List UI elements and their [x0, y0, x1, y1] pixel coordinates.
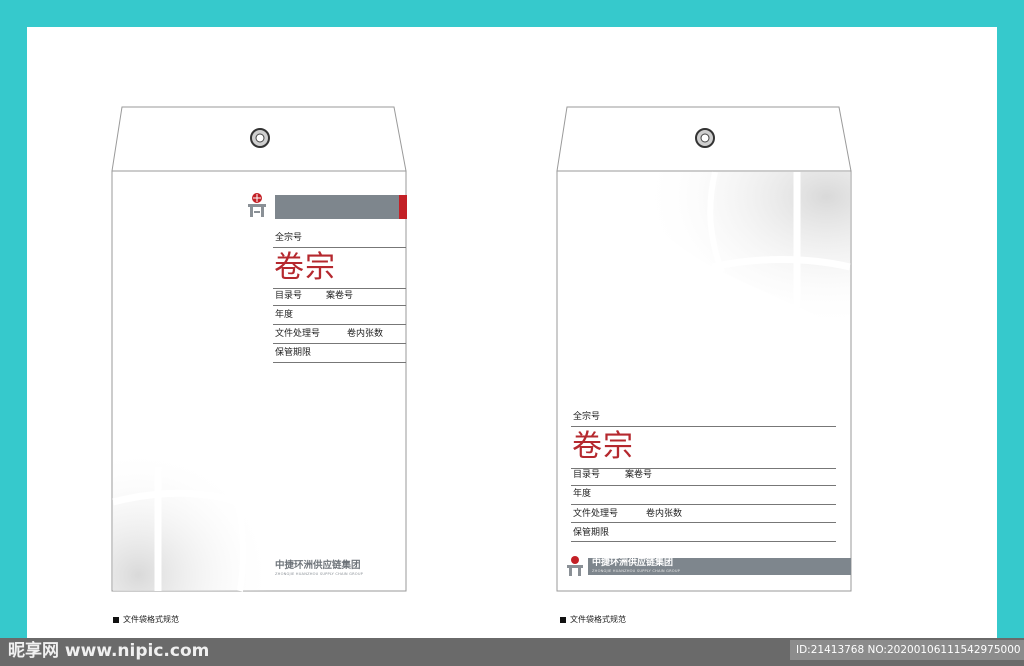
form-line: [571, 468, 836, 469]
form-line: [571, 426, 836, 427]
brand-name-en: ZHONGJIE HUANZHOU SUPPLY CHAIN GROUP: [592, 569, 681, 573]
retention-label: 保管期限: [275, 348, 312, 358]
bullet-square-icon: [113, 616, 119, 623]
catalog-no-label: 目录号: [275, 291, 303, 301]
file-no-label: 案卷号: [326, 291, 354, 301]
brand-name: 中捷环洲供应链集团: [592, 558, 674, 568]
caption-right: 文件袋格式规范: [560, 616, 626, 624]
envelope-right-outline: [556, 106, 852, 592]
form-line: [571, 504, 836, 505]
form-line: [571, 541, 836, 542]
header-red-tab: [399, 195, 407, 219]
caption-left-text: 文件袋格式规范: [123, 615, 179, 624]
retention-label: 保管期限: [573, 528, 610, 538]
year-label: 年度: [275, 310, 294, 320]
file-no-label: 案卷号: [625, 470, 653, 480]
form-line: [273, 324, 406, 325]
brand-name: 中捷环洲供应链集团: [275, 560, 361, 571]
form-line: [273, 247, 406, 248]
fonds-no-label: 全宗号: [573, 412, 601, 422]
dossier-title: 卷宗: [274, 250, 336, 285]
caption-right-text: 文件袋格式规范: [570, 615, 626, 624]
dossier-title: 卷宗: [572, 429, 634, 464]
form-line: [273, 362, 406, 363]
doc-process-no-label: 文件处理号: [573, 509, 619, 519]
form-line: [571, 485, 836, 486]
watermark-bar: 昵享网 www.nipic.com ID:21413768 NO:2020010…: [0, 638, 1024, 666]
envelope-left: 全宗号 卷宗 目录号 案卷号 年度 文件处理号 卷内张数 保管期限 中捷环洲供应…: [111, 106, 408, 593]
grommet-icon: [250, 128, 270, 148]
watermark-id-box: ID:21413768 NO:20200106111542975000: [790, 640, 1024, 660]
watermark-site: 昵享网 www.nipic.com: [8, 641, 210, 661]
fonds-no-label: 全宗号: [275, 233, 303, 243]
doc-process-no-label: 文件处理号: [275, 329, 321, 339]
page-count-label: 卷内张数: [646, 509, 683, 519]
form-line: [571, 522, 836, 523]
company-logo-icon: [567, 556, 583, 576]
grommet-icon: [695, 128, 715, 148]
brand-name-en: ZHONGJIE HUANZHOU SUPPLY CHAIN GROUP: [275, 572, 364, 576]
year-label: 年度: [573, 489, 592, 499]
bullet-square-icon: [560, 616, 566, 623]
form-line: [273, 343, 406, 344]
form-line: [273, 288, 406, 289]
header-band: [275, 195, 399, 219]
caption-left: 文件袋格式规范: [113, 616, 179, 624]
form-line: [273, 305, 406, 306]
page-count-label: 卷内张数: [347, 329, 384, 339]
envelope-right: 全宗号 卷宗 目录号 案卷号 年度 文件处理号 卷内张数 保管期限 中捷环洲供应…: [556, 106, 853, 593]
envelope-left-outline: [111, 106, 407, 592]
catalog-no-label: 目录号: [573, 470, 601, 480]
watermark-id: ID:21413768 NO:20200106111542975000: [796, 644, 1021, 656]
